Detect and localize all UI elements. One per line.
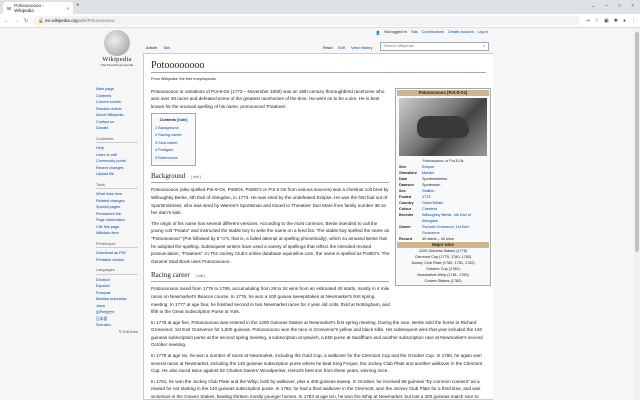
search-input[interactable]: Search Wikipedia ⌕ bbox=[380, 42, 489, 51]
contributions-link[interactable]: Contributions bbox=[422, 30, 444, 35]
create-account-link[interactable]: Create account bbox=[448, 30, 474, 35]
toc-item[interactable]: 1 Background bbox=[155, 125, 192, 133]
tab-article[interactable]: Article bbox=[146, 45, 157, 50]
infobox-label: Breeder bbox=[399, 213, 414, 217]
edit-section-link[interactable]: [ edit ] bbox=[191, 175, 201, 179]
intro-paragraph: Potoooooooo or variations of Pot-8-Os (1… bbox=[151, 88, 385, 109]
edit-section-link[interactable]: [ edit ] bbox=[196, 274, 206, 278]
page-title: Potoooooooo bbox=[151, 59, 486, 73]
toc-hide-link[interactable]: [hide] bbox=[177, 118, 187, 122]
globe-icon bbox=[104, 30, 130, 56]
sidebar-heading: Languages bbox=[96, 267, 138, 275]
back-icon[interactable]: ← bbox=[4, 18, 9, 24]
wikipedia-favicon-icon: W bbox=[7, 5, 12, 11]
browser-tab[interactable]: W Potoooooooo - Wikipedia × bbox=[3, 2, 73, 14]
paragraph: In 1781, he won the Jockey Club Plate an… bbox=[151, 378, 481, 400]
tab-talk[interactable]: Talk bbox=[163, 45, 170, 50]
paragraph: In 1778 at age five, Potoooooooo was ent… bbox=[151, 319, 483, 348]
sidebar-link[interactable]: Printable version bbox=[96, 257, 138, 264]
extension-icon[interactable]: ▣ bbox=[604, 18, 609, 24]
infobox-value[interactable]: Willoughby Bertie, 4th Earl of Abingdon bbox=[420, 212, 489, 224]
user-icon: 👤 bbox=[375, 31, 381, 35]
toc-item[interactable]: 3 Stud career bbox=[155, 140, 192, 148]
new-tab-button[interactable]: + bbox=[76, 3, 80, 9]
toc-item[interactable]: 5 References bbox=[155, 155, 192, 163]
toc-item[interactable]: 2 Racing career bbox=[155, 132, 192, 140]
close-tab-icon[interactable]: × bbox=[66, 6, 69, 11]
personal-tools: 👤 Not logged in Talk Contributions Create… bbox=[375, 30, 488, 35]
tab-read[interactable]: Read bbox=[323, 45, 333, 50]
scrollbar-thumb[interactable] bbox=[635, 32, 639, 252]
article-content: Potoooooooo From Wikipedia, the free enc… bbox=[143, 53, 493, 400]
tagline: From Wikipedia, the free encyclopedia bbox=[151, 77, 216, 81]
close-window-icon[interactable]: × bbox=[631, 3, 634, 9]
wikipedia-logo[interactable]: Wikipedia The Free Encyclopedia bbox=[97, 30, 137, 67]
paragraph: Potoooooooo (also spelled Pot-8-Os, Pot8… bbox=[151, 187, 389, 216]
page-tabs: Article Talk Read Edit View history Sear… bbox=[143, 42, 493, 53]
login-link[interactable]: Log in bbox=[478, 30, 488, 35]
bookmark-star-icon[interactable]: ☆ bbox=[595, 18, 599, 24]
sidebar-link[interactable]: Upload file bbox=[96, 171, 138, 178]
horse-painting-image[interactable] bbox=[399, 98, 487, 156]
infobox-row: Owner Richard Grosvenor, 1st Earl Grosven… bbox=[397, 224, 489, 236]
toc-item[interactable]: 4 Pedigree bbox=[155, 147, 192, 155]
sidebar-nav: Main page Contents Current events Random ar… bbox=[96, 86, 138, 335]
profile-icon[interactable]: ● bbox=[623, 18, 626, 24]
infobox-title: Potoooooooo (Pot-8-Os) bbox=[397, 90, 489, 96]
infobox-value[interactable]: Richard Grosvenor, 1st Earl Grosvenor bbox=[420, 224, 489, 236]
sidebar-heading: Contribute bbox=[96, 136, 138, 143]
major-wins-list: 1200 Guineas Stakes (1778) Clermont Cup (… bbox=[397, 248, 489, 284]
tab-view-history[interactable]: View history bbox=[351, 45, 373, 50]
edit-links[interactable]: ✎ Edit links bbox=[96, 329, 138, 336]
reload-icon[interactable]: ↻ bbox=[24, 18, 28, 24]
maximize-icon[interactable]: □ bbox=[618, 3, 621, 9]
infobox-table: Sire Eclipse Grandsire Marske Dam Sportsmistr… bbox=[397, 164, 489, 242]
section-heading-racing-career: Racing career[ edit ] bbox=[151, 270, 389, 283]
sidebar: Wikipedia The Free Encyclopedia Main page… bbox=[0, 28, 142, 400]
sidebar-heading: Tools bbox=[96, 182, 138, 189]
talk-link[interactable]: Talk bbox=[411, 30, 418, 35]
infobox-label: Owner bbox=[399, 225, 411, 229]
sidebar-heading: Print/export bbox=[96, 241, 138, 248]
search-icon[interactable]: ⌕ bbox=[483, 44, 485, 48]
sidebar-link[interactable]: Donate bbox=[96, 125, 138, 132]
tab-search-icon[interactable]: ⌄ bbox=[591, 3, 595, 9]
paragraph: In 1779 at age six, he won a number of r… bbox=[151, 353, 483, 374]
paragraph: Potoooooooo raced from 1776 to 1785, acc… bbox=[151, 286, 390, 315]
major-win-item: Craven Stakes (1782) bbox=[424, 279, 462, 283]
share-icon[interactable]: ⇥ bbox=[585, 18, 589, 24]
paragraph: The origin of his name has several diffe… bbox=[151, 220, 390, 264]
scrollbar[interactable] bbox=[634, 28, 640, 400]
tab-bar: W Potoooooooo - Wikipedia × + ⌄ – □ × bbox=[0, 0, 640, 14]
infobox: Potoooooooo (Pot-8-Os) Potoooooooo, or P… bbox=[395, 88, 491, 286]
minimize-icon[interactable]: – bbox=[605, 3, 608, 9]
tab-edit[interactable]: Edit bbox=[338, 45, 345, 50]
forward-icon[interactable]: → bbox=[14, 18, 19, 24]
table-of-contents: Contents [hide] 1 Background 2 Racing ca… bbox=[151, 113, 196, 167]
section-heading-background: Background[ edit ] bbox=[151, 171, 389, 184]
infobox-row: Breeder Willoughby Bertie, 4th Earl of Ab… bbox=[397, 212, 489, 224]
puzzle-icon[interactable]: ✱ bbox=[614, 18, 618, 24]
browser-toolbar: ← → ↻ 🔒 en.wikipedia.org/wiki/Potoooooooo … bbox=[0, 14, 640, 28]
menu-icon[interactable]: ⋮ bbox=[631, 18, 636, 24]
address-bar[interactable]: 🔒 en.wikipedia.org/wiki/Potoooooooo bbox=[33, 15, 581, 26]
sidebar-link[interactable]: Wikidata item bbox=[96, 230, 138, 237]
